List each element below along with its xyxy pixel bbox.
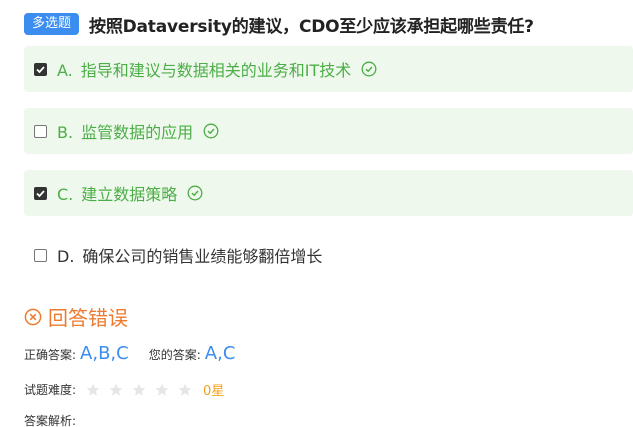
star-icon — [109, 383, 123, 396]
question-card: 多选题 按照Dataversity的建议，CDO至少应该承担起哪些责任? A. 指… — [0, 0, 633, 427]
your-answer-value: A,C — [204, 343, 236, 364]
star-icon — [178, 383, 192, 396]
answer-status-text: 回答错误 — [48, 306, 128, 330]
analysis-label: 答案解析: — [24, 414, 77, 427]
difficulty-stars — [86, 383, 201, 397]
star-icon — [155, 383, 169, 396]
question-title: 按照Dataversity的建议，CDO至少应该承担起哪些责任? — [89, 16, 534, 37]
option-c[interactable]: C. 建立数据策略 — [24, 170, 633, 216]
option-c-checkbox[interactable] — [34, 186, 47, 200]
option-d-checkbox[interactable] — [34, 248, 47, 262]
star-icon — [132, 383, 146, 396]
correct-answer-label: 正确答案: — [24, 348, 77, 362]
correct-check-icon — [187, 185, 203, 201]
question-header: 多选题 按照Dataversity的建议，CDO至少应该承担起哪些责任? — [24, 10, 625, 38]
answer-status: 回答错误 — [24, 302, 128, 331]
difficulty-value: 0星 — [203, 384, 225, 399]
analysis-row: 答案解析: — [24, 412, 76, 427]
correct-answer-value: A,B,C — [80, 343, 129, 364]
correct-check-icon — [203, 123, 219, 139]
option-a[interactable]: A. 指导和建议与数据相关的业务和IT技术 — [24, 46, 633, 92]
option-b[interactable]: B. 监管数据的应用 — [24, 108, 633, 154]
difficulty-row: 试题难度: 0星 — [24, 380, 224, 399]
answers-row: 正确答案: A,B,C 您的答案: A,C — [24, 343, 255, 364]
option-d[interactable]: D. 确保公司的销售业绩能够翻倍增长 — [24, 232, 633, 278]
correct-check-icon — [361, 61, 377, 77]
option-d-label: D. 确保公司的销售业绩能够翻倍增长 — [57, 247, 323, 266]
option-b-label: B. 监管数据的应用 — [57, 123, 194, 142]
difficulty-label: 试题难度: — [24, 383, 77, 397]
option-a-label: A. 指导和建议与数据相关的业务和IT技术 — [57, 61, 352, 80]
question-type-badge: 多选题 — [24, 13, 80, 35]
star-icon — [86, 383, 100, 396]
option-c-label: C. 建立数据策略 — [57, 185, 178, 204]
option-b-checkbox[interactable] — [34, 124, 47, 138]
your-answer-label: 您的答案: — [148, 348, 201, 362]
option-a-checkbox[interactable] — [34, 62, 47, 76]
x-circle-icon — [24, 308, 42, 325]
